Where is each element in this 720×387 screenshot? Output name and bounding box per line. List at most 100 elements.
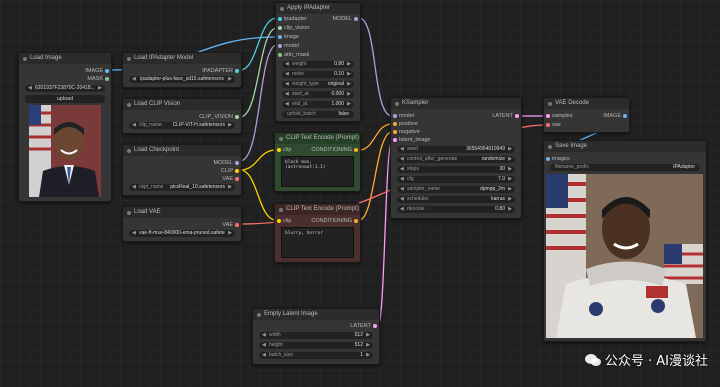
clip-name-select[interactable]: ◀ clip_name CLIP-ViT-H.safetensors ▶	[129, 122, 235, 129]
input-ipadapter-socket[interactable]	[278, 17, 282, 21]
output-ipadapter-socket[interactable]	[235, 69, 239, 73]
vae-decode-node[interactable]: VAE Decode samples IMAGE vae	[543, 97, 630, 133]
clip-text-encode-negative-node[interactable]: CLIP Text Encode (Prompt) clip CONDITIONI…	[274, 203, 361, 263]
watermark: 公众号 · AI漫谈社	[584, 350, 708, 369]
next-arrow-icon[interactable]: ▶	[228, 122, 232, 129]
prev-arrow-icon[interactable]: ◀	[132, 184, 136, 191]
load-checkpoint-node[interactable]: Load Checkpoint MODEL CLIP VAE ◀ ckpt_nam…	[122, 144, 242, 196]
output-conditioning-socket[interactable]	[354, 148, 358, 152]
input-attn-mask-socket[interactable]	[278, 53, 282, 57]
output-model-label: MODEL	[213, 160, 233, 166]
denoise-widget[interactable]: ◀ denoise 0.80 ▶	[397, 206, 515, 213]
node-title[interactable]: VAE Decode	[544, 98, 629, 109]
negative-prompt-textarea[interactable]: blurry, horror	[281, 227, 354, 258]
output-vae-label: VAE	[222, 176, 233, 182]
input-latent-image-socket[interactable]	[393, 138, 397, 142]
input-vae-socket[interactable]	[546, 123, 550, 127]
prev-arrow-icon[interactable]: ◀	[28, 85, 32, 92]
output-vae-label: VAE	[222, 222, 233, 228]
filename-prefix-widget[interactable]: filename_prefix IPAdapter	[550, 164, 700, 171]
input-clip-vision-socket[interactable]	[278, 26, 282, 30]
output-ipadapter-label: IPADAPTER	[202, 68, 233, 74]
output-model-socket[interactable]	[235, 161, 239, 165]
sampler-name-widget[interactable]: ◀ sampler_name dpmpp_2m ▶	[397, 186, 515, 193]
next-arrow-icon[interactable]: ▶	[98, 85, 102, 92]
input-photo	[29, 105, 101, 197]
input-clip-socket[interactable]	[277, 148, 281, 152]
control-after-generate-widget[interactable]: ◀ control_after_generate randomize ▶	[397, 156, 515, 163]
steps-widget[interactable]: ◀ steps 30 ▶	[397, 166, 515, 173]
next-arrow-icon[interactable]: ▶	[228, 76, 232, 83]
scheduler-widget[interactable]: ◀ scheduler karras ▶	[397, 196, 515, 203]
node-title[interactable]: CLIP Text Encode (Prompt)	[275, 133, 360, 144]
upload-button[interactable]: upload	[25, 95, 105, 103]
output-image-label: IMAGE	[85, 68, 103, 74]
load-vae-node[interactable]: Load VAE VAE ◀ vae-ft-mse-840000-ema-prun…	[122, 206, 242, 242]
noise-widget[interactable]: ◀ noise 0.10 ▶	[282, 71, 354, 78]
watermark-text: 公众号 · AI漫谈社	[604, 354, 708, 369]
node-title[interactable]: Load VAE	[123, 207, 241, 218]
ckpt-name-select[interactable]: ◀ ckpt_name picxReal_10.safetensors ▶	[129, 184, 235, 191]
output-latent-socket[interactable]	[373, 324, 377, 328]
ipadapter-file-select[interactable]: ◀ ipadapter-plus-face_sd15.safetensors ▶	[129, 76, 235, 83]
wechat-icon	[584, 353, 601, 366]
node-title[interactable]: Empty Latent Image	[253, 309, 379, 320]
output-clip-vision-socket[interactable]	[235, 115, 239, 119]
input-model-socket[interactable]	[393, 114, 397, 118]
output-vae-socket[interactable]	[235, 177, 239, 181]
output-conditioning-socket[interactable]	[354, 219, 358, 223]
input-samples-socket[interactable]	[546, 114, 550, 118]
prev-arrow-icon[interactable]: ◀	[132, 76, 136, 83]
batch-size-widget[interactable]: ◀ batch_size 1 ▶	[259, 352, 373, 359]
input-negative-socket[interactable]	[393, 130, 397, 134]
output-clip-socket[interactable]	[235, 169, 239, 173]
node-title[interactable]: Apply IPAdapter	[276, 3, 360, 14]
node-title[interactable]: Load Checkpoint	[123, 145, 241, 156]
input-model-socket[interactable]	[278, 44, 282, 48]
vae-name-select[interactable]: ◀vae-ft-mse-840000-ema-pruned.safetensor…	[129, 230, 235, 237]
width-widget[interactable]: ◀ width 512 ▶	[259, 332, 373, 339]
node-title[interactable]: Save Image	[544, 141, 706, 152]
prev-arrow-icon[interactable]: ◀	[132, 230, 136, 237]
save-image-node[interactable]: Save Image images filename_prefix IPAdapt…	[543, 140, 707, 342]
node-title[interactable]: Load Image	[19, 53, 111, 64]
load-image-node[interactable]: Load Image IMAGE MASK ◀ 6201937F23870C-20…	[18, 52, 112, 202]
next-arrow-icon[interactable]: ▶	[228, 184, 232, 191]
output-mask-label: MASK	[87, 76, 103, 82]
load-clip-vision-node[interactable]: Load CLIP Vision CLIP_VISION ◀ clip_name C…	[122, 98, 242, 134]
load-ipadapter-model-node[interactable]: Load IPAdapter Model IPADAPTER ◀ ipadapte…	[122, 52, 242, 88]
output-latent-socket[interactable]	[515, 114, 519, 118]
node-title[interactable]: Load IPAdapter Model	[123, 53, 241, 64]
seed-widget[interactable]: ◀ seed 36554954910949 ▶	[397, 146, 515, 153]
output-clip-vision-label: CLIP_VISION	[199, 114, 233, 120]
prev-arrow-icon[interactable]: ◀	[132, 122, 136, 129]
node-title[interactable]: CLIP Text Encode (Prompt)	[275, 204, 360, 215]
output-vae-socket[interactable]	[235, 223, 239, 227]
input-image-socket[interactable]	[278, 35, 282, 39]
next-arrow-icon[interactable]: ▶	[228, 230, 232, 237]
empty-latent-image-node[interactable]: Empty Latent Image LATENT ◀ width 512 ▶ ◀ he…	[252, 308, 380, 365]
positive-prompt-textarea[interactable]: black man, (astronaut:1.1)	[281, 156, 354, 187]
clip-text-encode-positive-node[interactable]: CLIP Text Encode (Prompt) clip CONDITIONI…	[274, 132, 361, 192]
output-mask-socket[interactable]	[105, 77, 109, 81]
image-file-select[interactable]: ◀6201937F23870C-20418...0 (2).jpg▶	[25, 85, 105, 92]
output-image-socket[interactable]	[623, 114, 627, 118]
input-clip-socket[interactable]	[277, 219, 281, 223]
start-at-widget[interactable]: ◀ start_at 0.000 ▶	[282, 91, 354, 98]
input-images-socket[interactable]	[546, 157, 550, 161]
cfg-widget[interactable]: ◀ cfg 7.0 ▶	[397, 176, 515, 183]
input-positive-socket[interactable]	[393, 122, 397, 126]
end-at-widget[interactable]: ◀ end_at 1.000 ▶	[282, 101, 354, 108]
unfold-batch-toggle[interactable]: unfold_batch false	[282, 111, 354, 118]
height-widget[interactable]: ◀ height 512 ▶	[259, 342, 373, 349]
node-title[interactable]: KSampler	[391, 98, 521, 109]
output-clip-label: CLIP	[220, 168, 233, 174]
apply-ipadapter-node[interactable]: Apply IPAdapter ipadapter MODEL clip_visi…	[275, 2, 361, 122]
ksampler-node[interactable]: KSampler model LATENT positive negative l…	[390, 97, 522, 219]
weight-widget[interactable]: ◀ weight 0.80 ▶	[282, 61, 354, 68]
weight-type-widget[interactable]: ◀ weight_type original ▶	[282, 81, 354, 88]
output-image-socket[interactable]	[105, 69, 109, 73]
node-title[interactable]: Load CLIP Vision	[123, 99, 241, 110]
output-model-socket[interactable]	[354, 17, 358, 21]
output-astronaut-photo	[546, 174, 703, 338]
